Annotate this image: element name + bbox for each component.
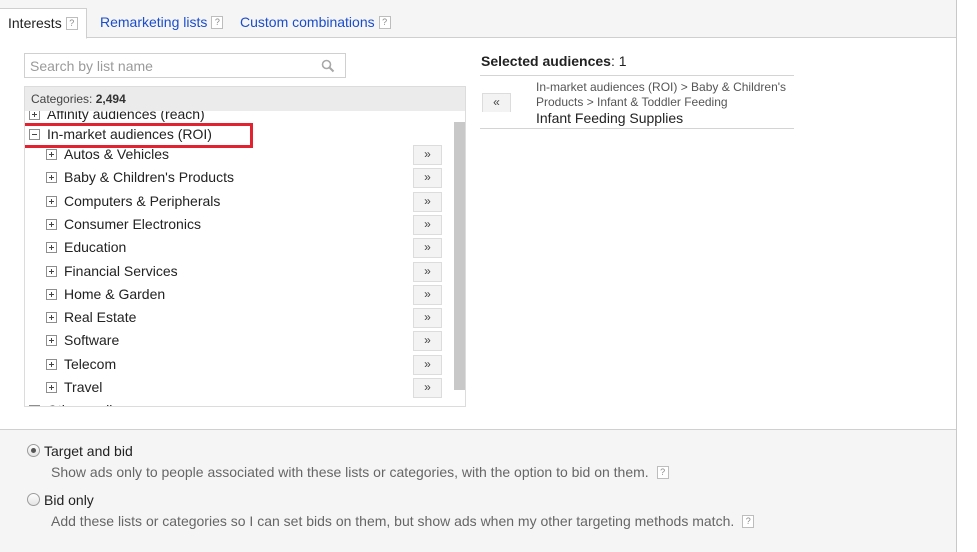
help-icon[interactable]: ? (65, 17, 78, 30)
add-button[interactable]: » (413, 331, 442, 351)
target-and-bid-radio[interactable] (27, 444, 40, 457)
node-label: Education (64, 239, 127, 255)
selected-count: : 1 (610, 53, 627, 69)
categories-header: Categories: 2,494 (25, 87, 465, 111)
selected-header: Selected audiences: 1 (481, 53, 627, 69)
expand-icon[interactable] (46, 335, 57, 346)
expand-icon[interactable] (46, 266, 57, 277)
selected-path: In-market audiences (ROI) > Baby & Child… (536, 80, 787, 109)
expand-icon[interactable] (46, 242, 57, 253)
tab-label: Remarketing lists (100, 14, 208, 30)
add-button[interactable]: » (413, 285, 442, 305)
audience-picker: Interests? Remarketing lists? Custom com… (0, 0, 957, 552)
expand-icon[interactable] (46, 289, 57, 300)
expand-icon[interactable] (46, 382, 57, 393)
categories-count: 2,494 (95, 92, 126, 106)
description-text: Add these lists or categories so I can s… (51, 513, 735, 529)
add-button[interactable]: » (413, 308, 442, 328)
search-icon[interactable] (321, 59, 335, 73)
categories-label: Categories: (31, 92, 93, 106)
selected-label: Selected audiences (481, 53, 611, 69)
bid-only-radio[interactable] (27, 493, 40, 506)
node-label: Software (64, 332, 120, 348)
selected-item: « In-market audiences (ROI) > Baby & Chi… (480, 75, 794, 129)
expand-icon[interactable] (46, 149, 57, 160)
node-label: Computers & Peripherals (64, 193, 221, 209)
selected-name: Infant Feeding Supplies (536, 110, 684, 126)
help-icon[interactable]: ? (656, 466, 669, 479)
add-button[interactable]: » (413, 262, 442, 282)
help-icon[interactable]: ? (211, 16, 224, 29)
expand-icon[interactable] (46, 359, 57, 370)
tab-label: Custom combinations (240, 14, 375, 30)
expand-icon[interactable] (46, 219, 57, 230)
add-button[interactable]: » (413, 145, 442, 165)
node-label: Consumer Electronics (64, 216, 201, 232)
node-label: Travel (64, 379, 103, 395)
bid-only-description: Add these lists or categories so I can s… (51, 513, 755, 529)
bid-only-label[interactable]: Bid only (44, 492, 94, 508)
add-button[interactable]: » (413, 192, 442, 212)
category-list: Affinity audiences (reach) Categories: 2… (24, 86, 466, 407)
node-label: Real Estate (64, 309, 137, 325)
add-button[interactable]: » (413, 168, 442, 188)
tab-label: Interests (8, 15, 62, 31)
description-text: Show ads only to people associated with … (51, 464, 649, 480)
tab-interests[interactable]: Interests? (0, 8, 87, 39)
tab-custom-combinations[interactable]: Custom combinations? (232, 8, 399, 38)
expand-icon[interactable] (46, 196, 57, 207)
targeting-options: Target and bid Show ads only to people a… (0, 429, 956, 552)
node-label: Home & Garden (64, 286, 166, 302)
add-button[interactable]: » (413, 378, 442, 398)
tab-remarketing-lists[interactable]: Remarketing lists? (92, 8, 231, 38)
scrollbar[interactable] (454, 122, 465, 390)
add-button[interactable]: » (413, 215, 442, 235)
help-icon[interactable]: ? (742, 515, 755, 528)
search-box (24, 53, 346, 78)
target-and-bid-label[interactable]: Target and bid (44, 443, 133, 459)
help-icon[interactable]: ? (378, 16, 391, 29)
expand-icon[interactable] (46, 312, 57, 323)
node-label: Autos & Vehicles (64, 146, 170, 162)
node-label: Other audiences (47, 400, 150, 406)
tab-bar: Interests? Remarketing lists? Custom com… (0, 0, 956, 39)
add-button[interactable]: » (413, 238, 442, 258)
node-label: Baby & Children's Products (64, 169, 234, 185)
target-and-bid-description: Show ads only to people associated with … (51, 464, 669, 480)
node-label: Telecom (64, 356, 117, 372)
node-label: Financial Services (64, 263, 178, 279)
search-input[interactable] (25, 54, 315, 77)
expand-icon[interactable] (46, 172, 57, 183)
remove-button[interactable]: « (482, 93, 511, 112)
add-button[interactable]: » (413, 355, 442, 375)
expand-icon[interactable] (29, 405, 40, 406)
